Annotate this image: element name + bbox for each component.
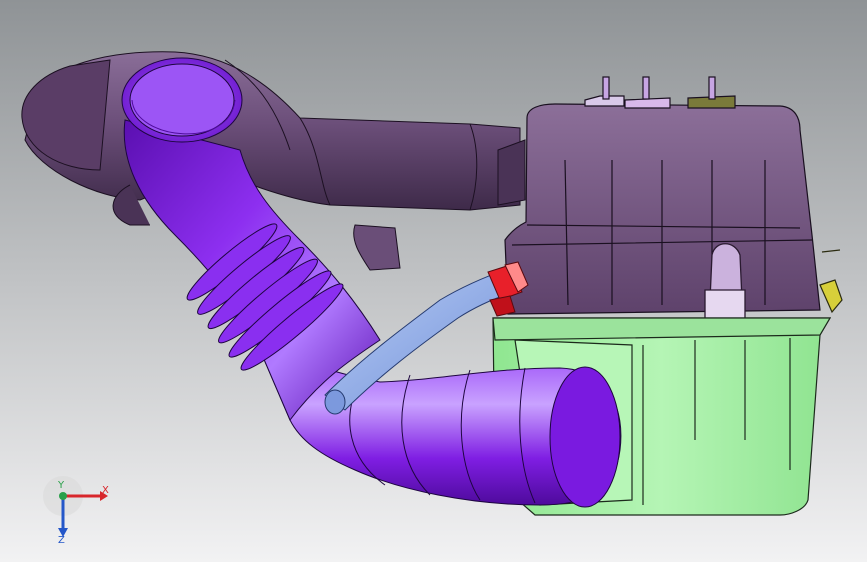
- axis-x-label: X: [102, 485, 109, 496]
- model-scene[interactable]: X Y Z: [0, 0, 867, 562]
- cad-viewport[interactable]: X Y Z: [0, 0, 867, 562]
- air-filter-lid[interactable]: [504, 76, 821, 315]
- axis-z-label: Z: [58, 535, 65, 546]
- axis-y-label: Y: [57, 480, 65, 491]
